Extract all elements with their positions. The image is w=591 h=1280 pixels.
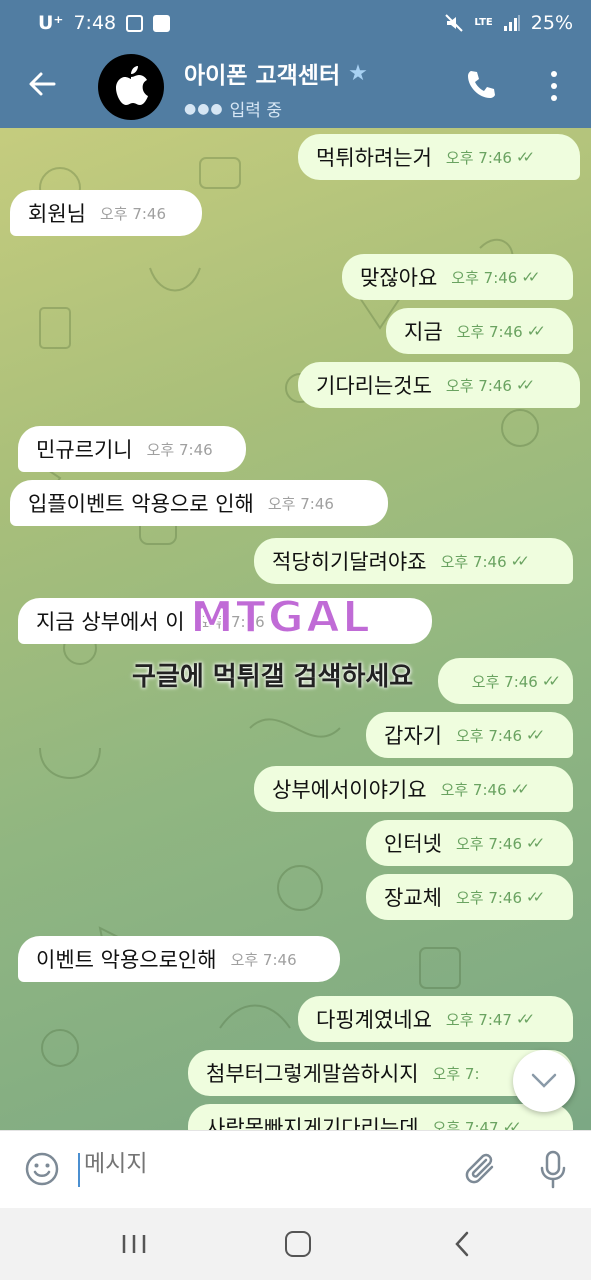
message-time: 오후 7:46 bbox=[445, 148, 512, 167]
read-checkmarks-icon: ✓✓ bbox=[510, 552, 530, 570]
message-time: 오후 7:46 bbox=[451, 268, 518, 287]
apple-logo-icon bbox=[116, 66, 148, 105]
message-text: 사람몸빠지게기다리는데 bbox=[206, 1116, 419, 1130]
nav-back-icon[interactable] bbox=[452, 1230, 472, 1258]
message-time: 오후 7:46 bbox=[99, 204, 167, 223]
typing-status: ●●● 입력 중 bbox=[184, 96, 368, 122]
battery-percent: 25% bbox=[530, 12, 573, 34]
message-bubble-outgoing[interactable]: 기다리는것도 오후 7:46 ✓✓ bbox=[298, 362, 580, 408]
message-text: 첨부터그렇게말씀하시지 bbox=[206, 1062, 419, 1086]
message-time: 오후 7:46 bbox=[455, 726, 523, 745]
chat-title: 아이폰 고객센터 ★ bbox=[184, 56, 368, 90]
message-bubble-outgoing[interactable]: 장교체 오후 7:46 ✓✓ bbox=[366, 874, 573, 920]
message-text: 적당히기달려야죠 bbox=[272, 550, 427, 574]
message-text: 먹튀하려는거 bbox=[316, 146, 432, 170]
message-bubble-outgoing[interactable]: 사람몸빠지게기다리는데 오후 7:47 ✓✓ bbox=[188, 1104, 573, 1130]
message-text: 인터넷 bbox=[384, 832, 442, 856]
verified-star-icon: ★ bbox=[348, 60, 368, 86]
message-time: 오후 7:47 bbox=[445, 1010, 512, 1029]
message-bubble-incoming[interactable]: 회원님 오후 7:46 bbox=[10, 190, 202, 236]
microphone-icon[interactable] bbox=[538, 1149, 568, 1191]
signal-icon bbox=[503, 15, 520, 31]
chat-header: 아이폰 고객센터 ★ ●●● 입력 중 bbox=[0, 46, 591, 128]
read-checkmarks-icon: ✓✓ bbox=[502, 1118, 522, 1130]
contact-avatar[interactable] bbox=[98, 54, 164, 120]
message-time: 오후 7:46 bbox=[440, 552, 507, 571]
contact-name: 아이폰 고객센터 bbox=[184, 63, 341, 89]
message-bubble-outgoing[interactable]: 상부에서이야기요 오후 7:46 ✓✓ bbox=[254, 766, 573, 812]
read-checkmarks-icon: ✓✓ bbox=[541, 672, 561, 690]
read-checkmarks-icon: ✓✓ bbox=[521, 268, 540, 286]
message-text: 회원님 bbox=[28, 202, 86, 226]
message-bubble-outgoing[interactable]: 적당히기달려야죠 오후 7:46 ✓✓ bbox=[254, 538, 573, 584]
message-bubble-outgoing[interactable]: 맞잖아요 오후 7:46 ✓✓ bbox=[342, 254, 573, 300]
chevron-down-icon bbox=[531, 1073, 557, 1088]
watermark-logo-text: MTGAL bbox=[189, 591, 373, 644]
emoji-icon[interactable] bbox=[24, 1151, 60, 1187]
message-text: 민규르기니 bbox=[36, 438, 133, 462]
message-text: 맞잖아요 bbox=[360, 266, 438, 290]
system-nav-bar bbox=[0, 1208, 591, 1280]
read-checkmarks-icon: ✓✓ bbox=[515, 1010, 535, 1028]
check-notification-icon bbox=[153, 14, 171, 32]
recent-apps-icon[interactable] bbox=[120, 1233, 148, 1255]
typing-label: 입력 중 bbox=[229, 101, 282, 121]
chat-area[interactable]: 먹튀하려는거 오후 7:46 ✓✓ 회원님 오후 7:46 맞잖아요 오후 7:4… bbox=[0, 128, 591, 1130]
carrier-label: U⁺ bbox=[38, 12, 64, 34]
message-text: 갑자기 bbox=[384, 724, 442, 748]
message-bubble-outgoing[interactable]: 오후 7:46 ✓✓ bbox=[438, 658, 573, 704]
message-time: 오후 7:46 bbox=[146, 440, 213, 459]
message-input[interactable] bbox=[84, 1151, 444, 1177]
message-time: 오후 7:46 bbox=[445, 376, 512, 395]
message-time: 오후 7:46 bbox=[471, 672, 538, 691]
read-checkmarks-icon: ✓✓ bbox=[526, 726, 545, 744]
message-bubble-incoming[interactable]: 민규르기니 오후 7:46 bbox=[18, 426, 246, 472]
more-options-icon[interactable] bbox=[540, 68, 568, 104]
message-input-bar bbox=[0, 1130, 591, 1208]
message-time: 오후 7:46 bbox=[267, 494, 334, 513]
phone-icon[interactable] bbox=[464, 68, 498, 102]
message-text: 장교체 bbox=[384, 886, 442, 910]
message-text: 입플이벤트 악용으로 인해 bbox=[28, 492, 254, 516]
message-bubble-outgoing[interactable]: 갑자기 오후 7:46 ✓✓ bbox=[366, 712, 573, 758]
mute-icon bbox=[445, 14, 464, 32]
read-checkmarks-icon: ✓✓ bbox=[526, 322, 546, 340]
message-time: 오후 7: bbox=[432, 1064, 480, 1083]
message-text: 상부에서이야기요 bbox=[272, 778, 427, 802]
message-time: 오후 7:46 bbox=[455, 888, 523, 907]
message-time: 오후 7:47 bbox=[432, 1118, 499, 1131]
home-icon[interactable] bbox=[285, 1231, 311, 1257]
message-bubble-incoming[interactable]: 입플이벤트 악용으로 인해 오후 7:46 bbox=[10, 480, 388, 526]
message-time: 오후 7:46 bbox=[455, 834, 523, 853]
message-bubble-outgoing[interactable]: 지금 오후 7:46 ✓✓ bbox=[386, 308, 573, 354]
message-text: 다핑계였네요 bbox=[316, 1008, 432, 1032]
read-checkmarks-icon: ✓✓ bbox=[510, 780, 530, 798]
read-checkmarks-icon: ✓✓ bbox=[526, 888, 545, 906]
message-text: 기다리는것도 bbox=[316, 374, 432, 398]
message-time: 오후 7:46 bbox=[440, 780, 507, 799]
watermark-text: 구글에 먹튀갤 검색하세요 bbox=[132, 662, 414, 692]
typing-dots-icon: ●●● bbox=[184, 100, 224, 117]
gallery-notification-icon bbox=[126, 14, 144, 32]
scroll-down-button[interactable] bbox=[513, 1050, 575, 1112]
message-text: 이벤트 악용으로인해 bbox=[36, 948, 217, 972]
paperclip-icon[interactable] bbox=[462, 1149, 502, 1189]
message-bubble-outgoing[interactable]: 인터넷 오후 7:46 ✓✓ bbox=[366, 820, 573, 866]
read-checkmarks-icon: ✓✓ bbox=[515, 376, 535, 394]
message-bubble-outgoing[interactable]: 먹튀하려는거 오후 7:46 ✓✓ bbox=[298, 134, 580, 180]
read-checkmarks-icon: ✓✓ bbox=[526, 834, 545, 852]
network-type: LTE bbox=[474, 17, 493, 28]
message-time: 오후 7:46 bbox=[456, 322, 523, 341]
read-checkmarks-icon: ✓✓ bbox=[515, 148, 535, 166]
text-cursor bbox=[78, 1153, 80, 1187]
clock: 7:48 bbox=[73, 12, 117, 34]
watermark-logo: MTGAL bbox=[189, 591, 373, 644]
back-arrow-icon[interactable] bbox=[24, 66, 60, 102]
message-bubble-outgoing[interactable]: 다핑계였네요 오후 7:47 ✓✓ bbox=[298, 996, 573, 1042]
message-time: 오후 7:46 bbox=[230, 950, 297, 969]
status-bar: U⁺ 7:48 LTE 25% bbox=[0, 0, 591, 46]
message-text: 지금 상부에서 이 bbox=[36, 610, 185, 634]
message-bubble-incoming[interactable]: 이벤트 악용으로인해 오후 7:46 bbox=[18, 936, 340, 982]
message-text: 지금 bbox=[404, 320, 443, 344]
